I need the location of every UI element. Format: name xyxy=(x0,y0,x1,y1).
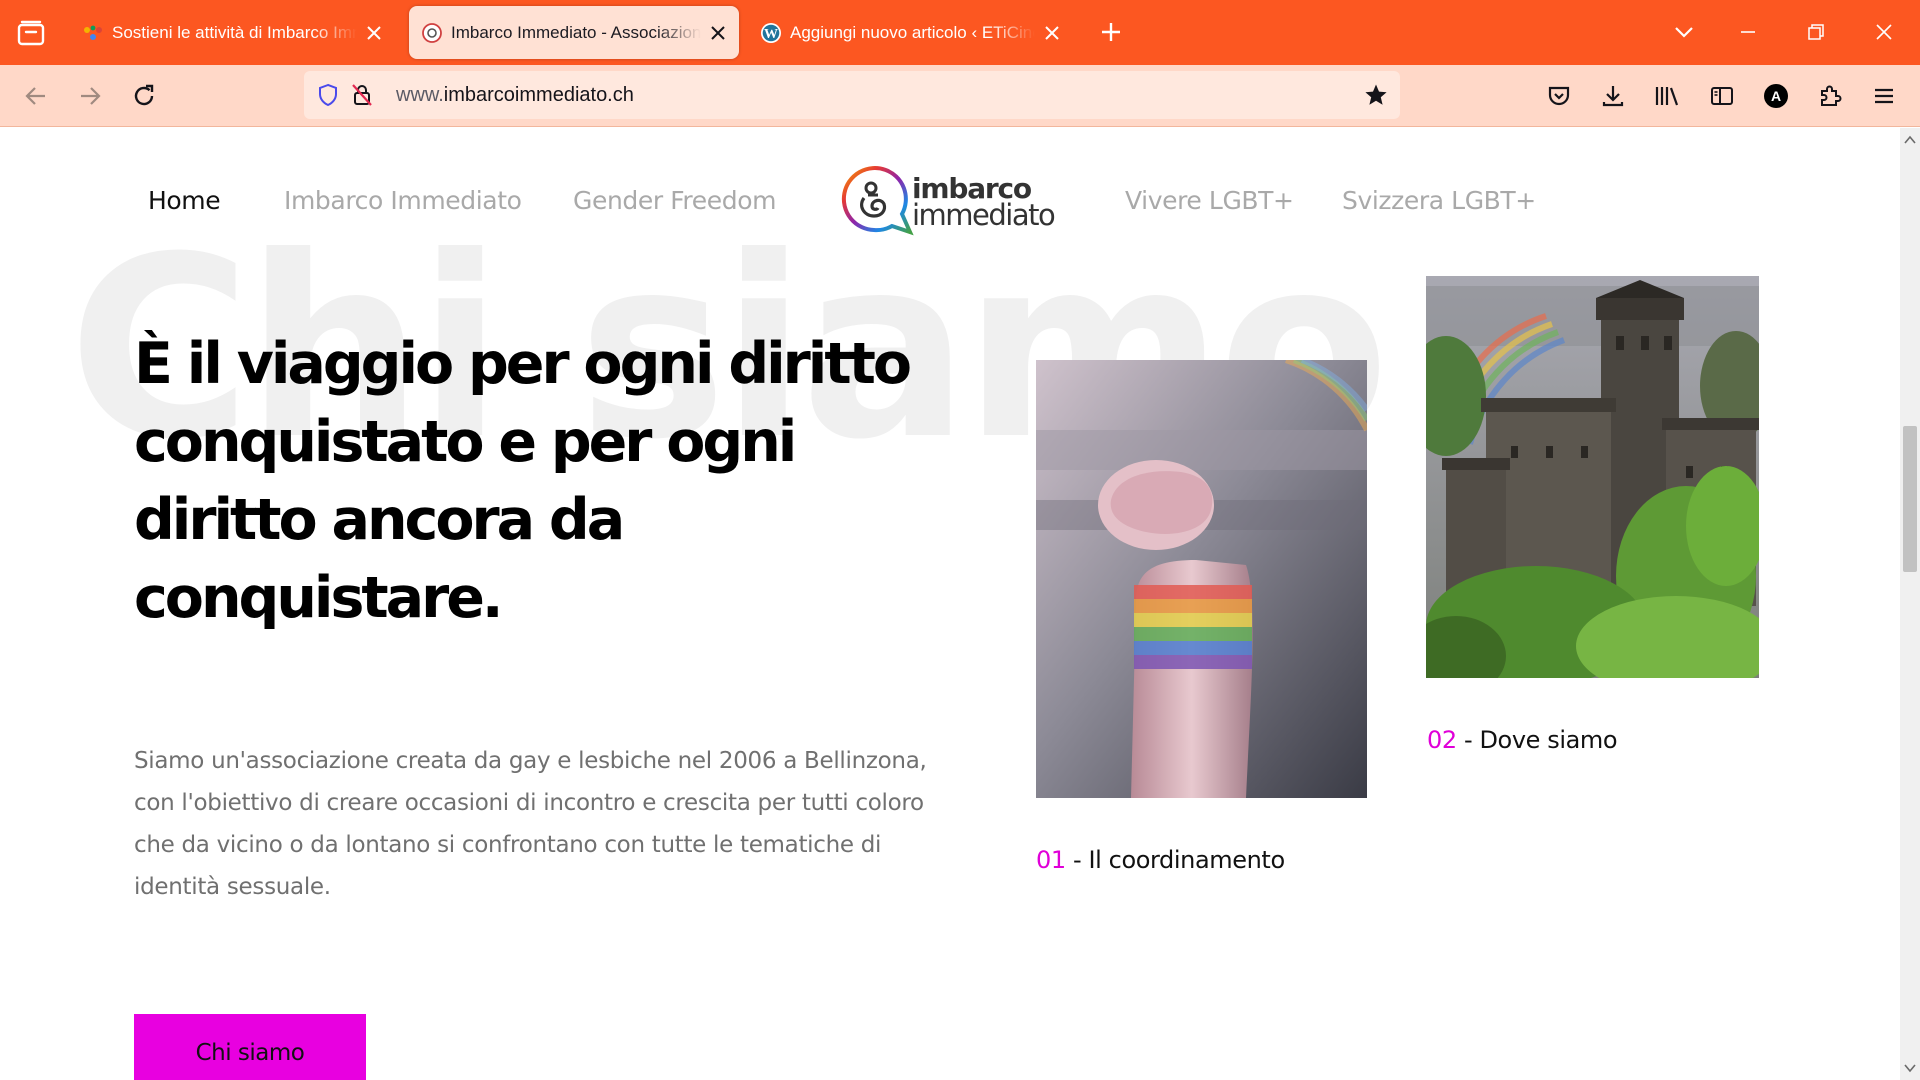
wordpress-icon: W xyxy=(760,22,782,44)
imbarco-logo-icon xyxy=(421,22,443,44)
card-number: 02 xyxy=(1427,726,1457,754)
close-tab-icon[interactable] xyxy=(707,22,729,44)
nav-vivere-lgbt[interactable]: Vivere LGBT+ xyxy=(1125,186,1294,215)
logo-text-bottom: immediato xyxy=(912,198,1056,232)
library-icon[interactable] xyxy=(1650,79,1684,113)
tab-list-icon[interactable] xyxy=(14,16,48,50)
reload-icon[interactable] xyxy=(127,79,161,113)
tab-title: Aggiungi nuovo articolo ‹ ETiCinese xyxy=(790,22,1035,42)
site-logo[interactable]: imbarco immediato xyxy=(834,166,1060,238)
tab-sostieni[interactable]: Sostieni le attività di Imbarco Immediat… xyxy=(70,6,395,59)
tab-imbarco-immediato[interactable]: Imbarco Immediato - Associazione LGBT+ xyxy=(409,6,739,59)
tab-overflow-chevron-icon[interactable] xyxy=(1668,16,1700,48)
scroll-down-arrow-icon[interactable] xyxy=(1904,1062,1916,1074)
svg-text:W: W xyxy=(764,27,778,42)
account-initial: A xyxy=(1771,88,1781,104)
tab-aggiungi-articolo[interactable]: W Aggiungi nuovo articolo ‹ ETiCinese xyxy=(748,6,1073,59)
new-tab-icon[interactable] xyxy=(1096,17,1126,47)
insecure-connection-lock-icon[interactable] xyxy=(350,83,374,107)
restore-window-icon[interactable] xyxy=(1800,16,1832,48)
nav-gender-freedom[interactable]: Gender Freedom xyxy=(573,186,776,215)
hero-headline: È il viaggio per ogni diritto conquistat… xyxy=(134,331,912,631)
castle-rainbow-photo[interactable] xyxy=(1426,276,1759,678)
tab-bar: Sostieni le attività di Imbarco Immediat… xyxy=(0,0,1920,65)
card-label: Il coordinamento xyxy=(1088,846,1285,874)
multicolor-brand-icon xyxy=(82,22,104,44)
nav-home[interactable]: Home xyxy=(148,186,221,215)
tab-title: Imbarco Immediato - Associazione LGBT+ xyxy=(451,22,701,42)
nav-svizzera-lgbt[interactable]: Svizzera LGBT+ xyxy=(1342,186,1536,215)
card-separator: - xyxy=(1456,726,1480,754)
sidebar-toggle-icon[interactable] xyxy=(1705,79,1739,113)
url-domain: imbarcoimmediato.ch xyxy=(443,84,634,106)
rainbow-fist-photo[interactable] xyxy=(1036,360,1367,798)
account-avatar-icon[interactable]: A xyxy=(1759,79,1793,113)
close-tab-icon[interactable] xyxy=(363,22,385,44)
card-dove-siamo[interactable]: 02 - Dove siamo xyxy=(1427,726,1618,754)
chi-siamo-button[interactable]: Chi siamo xyxy=(134,1014,366,1080)
tracking-protection-shield-icon[interactable] xyxy=(316,83,340,107)
card-label: Dove siamo xyxy=(1479,726,1618,754)
url-text[interactable]: www.imbarcoimmediato.ch xyxy=(396,71,634,119)
extensions-puzzle-icon[interactable] xyxy=(1813,79,1847,113)
nav-imbarco-immediato[interactable]: Imbarco Immediato xyxy=(284,186,522,215)
close-tab-icon[interactable] xyxy=(1041,22,1063,44)
scrollbar-thumb[interactable] xyxy=(1903,426,1917,572)
card-il-coordinamento[interactable]: 01 - Il coordinamento xyxy=(1036,846,1285,874)
back-arrow-icon[interactable] xyxy=(19,79,53,113)
imbarco-logo-mark xyxy=(841,166,914,236)
card-number: 01 xyxy=(1036,846,1066,874)
scroll-up-arrow-icon[interactable] xyxy=(1904,134,1916,146)
web-page: Chi siamo Home Imbarco Immediato Gender … xyxy=(0,128,1900,1080)
minimize-icon[interactable] xyxy=(1732,16,1764,48)
hamburger-menu-icon[interactable] xyxy=(1867,79,1901,113)
pocket-icon[interactable] xyxy=(1542,79,1576,113)
page-scrollbar[interactable] xyxy=(1900,128,1920,1080)
close-window-icon[interactable] xyxy=(1868,16,1900,48)
intro-paragraph: Siamo un'associazione creata da gay e le… xyxy=(134,748,927,900)
tab-title: Sostieni le attività di Imbarco Immediat… xyxy=(112,22,357,42)
downloads-icon[interactable] xyxy=(1596,79,1630,113)
address-bar[interactable]: www.imbarcoimmediato.ch xyxy=(304,71,1400,119)
card-separator: - xyxy=(1065,846,1089,874)
bookmark-star-icon[interactable] xyxy=(1364,83,1388,107)
forward-arrow-icon[interactable] xyxy=(73,79,107,113)
navigation-toolbar: www.imbarcoimmediato.ch A xyxy=(0,65,1920,127)
url-prefix: www. xyxy=(396,84,444,106)
